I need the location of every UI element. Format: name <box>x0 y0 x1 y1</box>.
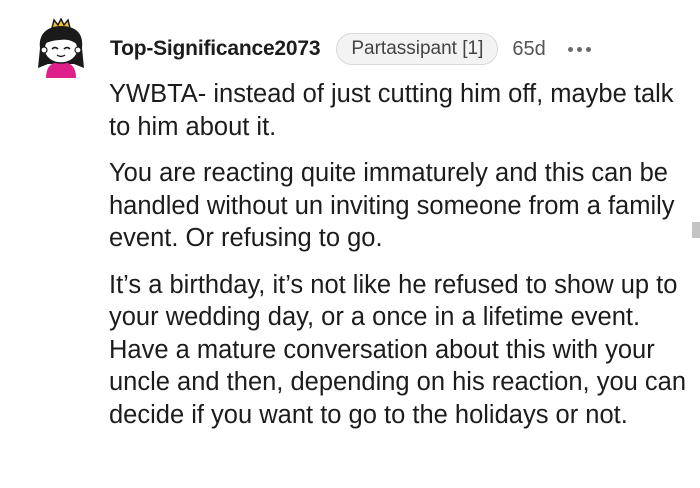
comment-paragraph: It’s a birthday, it’s not like he refuse… <box>109 270 687 429</box>
comment: Top-Significance2073 Partassipant [1] 65… <box>0 0 700 488</box>
snoo-avatar-icon[interactable] <box>32 18 90 84</box>
more-options-icon[interactable] <box>567 46 591 52</box>
dot <box>585 46 591 52</box>
comment-body: YWBTA- instead of just cutting him off, … <box>109 78 689 445</box>
comment-paragraph: You are reacting quite immaturely and th… <box>109 159 675 252</box>
dot <box>576 46 582 52</box>
username-link[interactable]: Top-Significance2073 <box>110 37 321 61</box>
comment-timestamp[interactable]: 65d <box>512 38 545 61</box>
comment-header: Top-Significance2073 Partassipant [1] 65… <box>110 30 591 68</box>
scrollbar-thumb[interactable] <box>692 222 700 238</box>
dot <box>567 46 573 52</box>
user-flair-badge: Partassipant [1] <box>336 33 499 65</box>
comment-paragraph: YWBTA- instead of just cutting him off, … <box>109 80 674 141</box>
